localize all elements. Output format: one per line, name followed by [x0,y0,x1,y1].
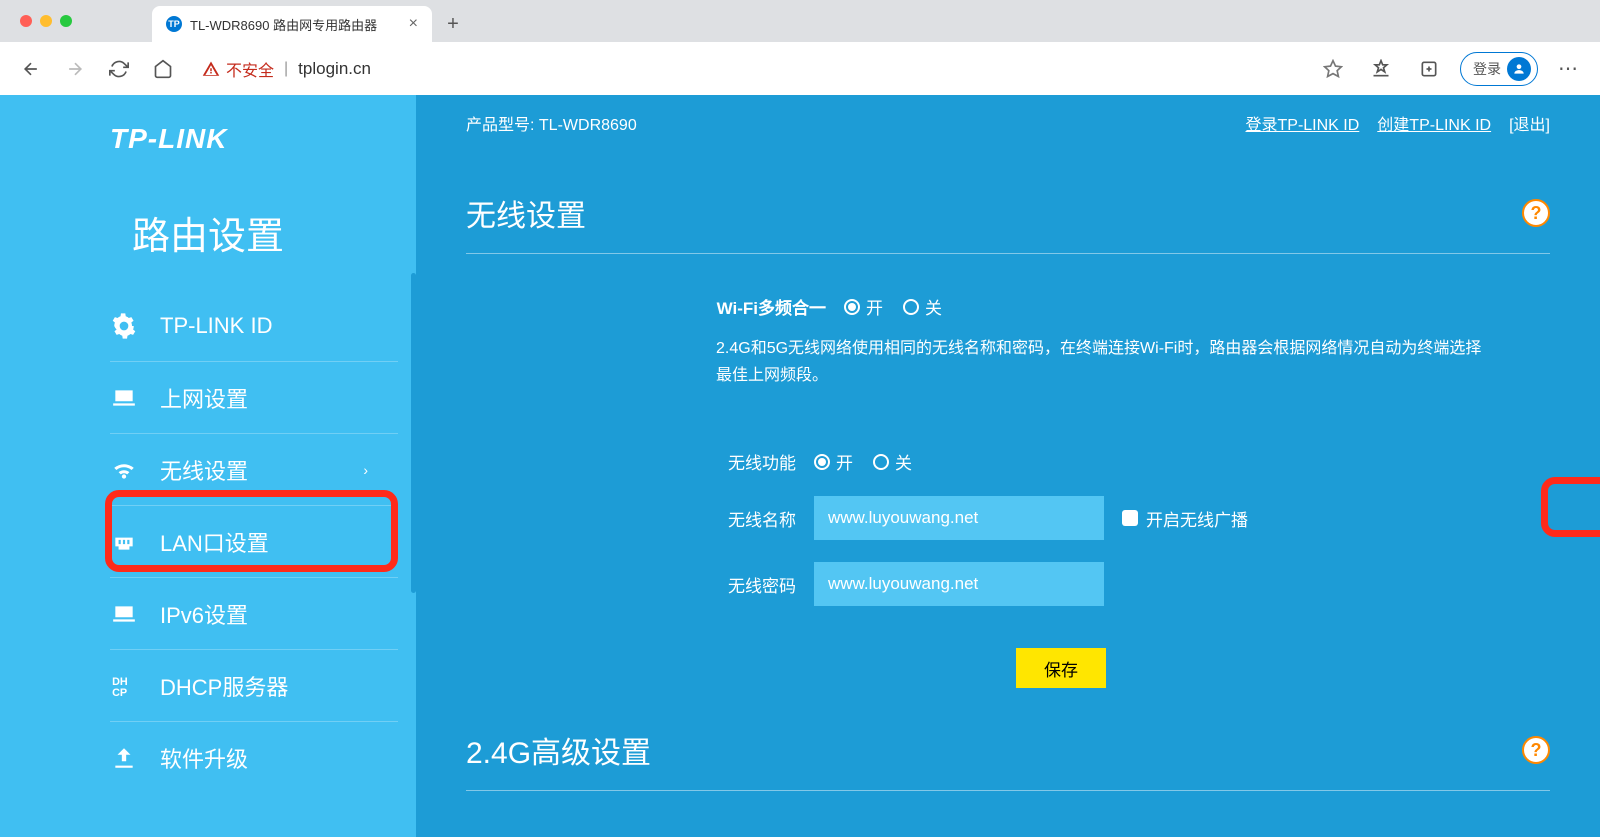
main-panel: 产品型号: TL-WDR8690 登录TP-LINK ID 创建TP-LINK … [416,95,1600,837]
gear-icon [110,312,138,340]
radio-circle-icon [814,454,830,470]
login-label: 登录 [1473,59,1501,79]
model-prefix: 产品型号: [466,117,534,134]
collections-icon[interactable] [1412,52,1446,86]
sidebar-item-label: LAN口设置 [160,526,269,558]
chevron-right-icon: › [363,462,368,478]
sidebar-list: TP-LINK ID 上网设置 无线设置 › LAN口设置 IPv6设置 DHC… [0,290,416,794]
sidebar-item-upgrade[interactable]: 软件升级 [110,722,398,794]
sidebar-title: 路由设置 [0,205,416,260]
tab-bar: TP TL-WDR8690 路由网专用路由器 × + [0,0,1600,42]
radio-on-label: 开 [836,449,853,474]
sidebar-item-label: TP-LINK ID [160,313,272,339]
radio-off[interactable]: 关 [873,449,912,474]
password-label: 无线密码 [716,572,796,597]
wireless-func-label: 无线功能 [716,449,796,474]
new-tab-button[interactable]: + [438,9,468,39]
model-value: TL-WDR8690 [539,117,637,134]
help-icon[interactable]: ? [1522,736,1550,764]
section-title: 2.4G高级设置 [466,728,651,772]
browser-chrome: TP TL-WDR8690 路由网专用路由器 × + 不安全 | tplogin… [0,0,1600,95]
insecure-indicator[interactable]: 不安全 [202,57,274,81]
laptop-icon [110,600,138,628]
save-button[interactable]: 保存 [1016,648,1106,688]
ethernet-icon [110,528,138,556]
back-button[interactable] [14,52,48,86]
tab-close-icon[interactable]: × [409,15,418,33]
forward-button[interactable] [58,52,92,86]
tab-title: TL-WDR8690 路由网专用路由器 [190,15,401,34]
section-header-wireless: 无线设置 ? [466,191,1550,254]
sidebar-item-label: IPv6设置 [160,598,248,630]
minimize-window-button[interactable] [40,15,52,27]
annotation-highlight-broadcast [1541,477,1600,537]
wireless-func-radio-group: 开 关 [814,449,912,474]
dhcp-icon: DHCP [110,672,138,700]
sidebar-item-dhcp[interactable]: DHCP DHCP服务器 [110,650,398,722]
window-controls [20,15,72,27]
more-menu-button[interactable]: ⋯ [1552,52,1586,86]
sidebar-item-label: 软件升级 [160,742,248,774]
radio-circle-icon [873,454,889,470]
logo: TP-LINK [0,115,416,155]
radio-circle-icon [844,299,860,315]
header-bar: 产品型号: TL-WDR8690 登录TP-LINK ID 创建TP-LINK … [466,111,1550,135]
help-icon[interactable]: ? [1522,199,1550,227]
radio-on[interactable]: 开 [844,294,883,319]
sidebar-item-lan[interactable]: LAN口设置 [110,506,398,578]
address-bar: 不安全 | tplogin.cn 登录 ⋯ [0,42,1600,95]
router-app: TP-LINK 路由设置 TP-LINK ID 上网设置 无线设置 › LAN口… [0,95,1600,837]
sidebar: TP-LINK 路由设置 TP-LINK ID 上网设置 无线设置 › LAN口… [0,95,416,837]
laptop-icon [110,384,138,412]
radio-on-label: 开 [866,294,883,319]
url-text: tplogin.cn [298,59,371,79]
ssid-input[interactable] [814,496,1104,540]
sidebar-item-label: DHCP服务器 [160,670,288,702]
toolbar-right: 登录 ⋯ [1316,52,1586,86]
radio-on[interactable]: 开 [814,449,853,474]
checkbox-icon [1122,510,1138,526]
radio-off-label: 关 [925,294,942,319]
wireless-form: Wi-Fi多频合一 开 关 2.4G和5G无线网络使用相同的无线名称和密码，在终… [716,294,1496,688]
broadcast-checkbox-wrap[interactable]: 开启无线广播 [1122,506,1248,531]
browser-tab[interactable]: TP TL-WDR8690 路由网专用路由器 × [152,6,432,42]
section-title: 无线设置 [466,191,586,235]
profile-login-button[interactable]: 登录 [1460,52,1538,86]
section-header-24g: 2.4G高级设置 ? [466,728,1550,791]
broadcast-label: 开启无线广播 [1146,506,1248,531]
close-window-button[interactable] [20,15,32,27]
svg-text:CP: CP [112,686,127,698]
sidebar-item-label: 无线设置 [160,454,248,486]
wifi-combine-radio-group: 开 关 [844,294,942,319]
home-button[interactable] [146,52,180,86]
insecure-label: 不安全 [226,57,274,81]
refresh-button[interactable] [102,52,136,86]
profile-avatar-icon [1507,57,1531,81]
url-separator: | [284,60,288,78]
sidebar-item-label: 上网设置 [160,382,248,414]
logout-link[interactable]: [退出] [1509,111,1550,135]
maximize-window-button[interactable] [60,15,72,27]
radio-off-label: 关 [895,449,912,474]
radio-circle-icon [903,299,919,315]
top-links: 登录TP-LINK ID 创建TP-LINK ID [退出] [1246,111,1551,135]
create-tplink-link[interactable]: 创建TP-LINK ID [1377,111,1491,135]
sidebar-item-tplink-id[interactable]: TP-LINK ID [110,290,398,362]
radio-off[interactable]: 关 [903,294,942,319]
favorites-bar-icon[interactable] [1364,52,1398,86]
url-box[interactable]: 不安全 | tplogin.cn [190,51,1306,87]
upload-icon [110,744,138,772]
favorite-icon[interactable] [1316,52,1350,86]
login-tplink-link[interactable]: 登录TP-LINK ID [1246,111,1360,135]
tab-favicon: TP [166,16,182,32]
wifi-icon [110,456,138,484]
sidebar-item-wireless[interactable]: 无线设置 › [110,434,398,506]
product-model: 产品型号: TL-WDR8690 [466,111,637,135]
sidebar-item-ipv6[interactable]: IPv6设置 [110,578,398,650]
wifi-combine-label: Wi-Fi多频合一 [716,294,826,319]
wifi-combine-description: 2.4G和5G无线网络使用相同的无线名称和密码，在终端连接Wi-Fi时，路由器会… [716,335,1496,389]
password-input[interactable] [814,562,1104,606]
ssid-label: 无线名称 [716,506,796,531]
sidebar-item-internet[interactable]: 上网设置 [110,362,398,434]
